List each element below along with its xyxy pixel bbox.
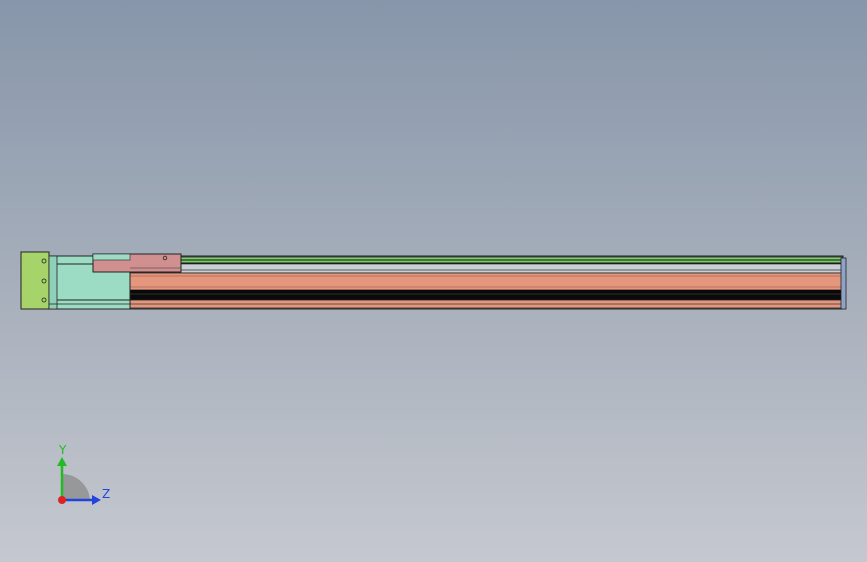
triad-shading xyxy=(62,473,90,500)
separator-band xyxy=(129,263,844,274)
graphics-viewport[interactable]: Y Z xyxy=(0,0,867,562)
orientation-triad[interactable]: Y Z xyxy=(48,438,118,510)
z-axis-arrowhead-icon xyxy=(92,495,101,505)
motor-housing-flange xyxy=(48,255,58,310)
y-axis-arrowhead-icon xyxy=(57,457,67,466)
carriage-cover xyxy=(92,253,131,261)
rail-groove xyxy=(130,290,843,300)
right-end-cap[interactable] xyxy=(840,257,847,310)
z-axis-label: Z xyxy=(102,487,110,501)
linear-actuator-model[interactable] xyxy=(0,0,867,562)
y-axis-label: Y xyxy=(58,443,67,457)
end-plate[interactable] xyxy=(20,251,50,310)
main-rail[interactable] xyxy=(129,272,844,291)
x-axis-dot-icon xyxy=(58,496,66,504)
